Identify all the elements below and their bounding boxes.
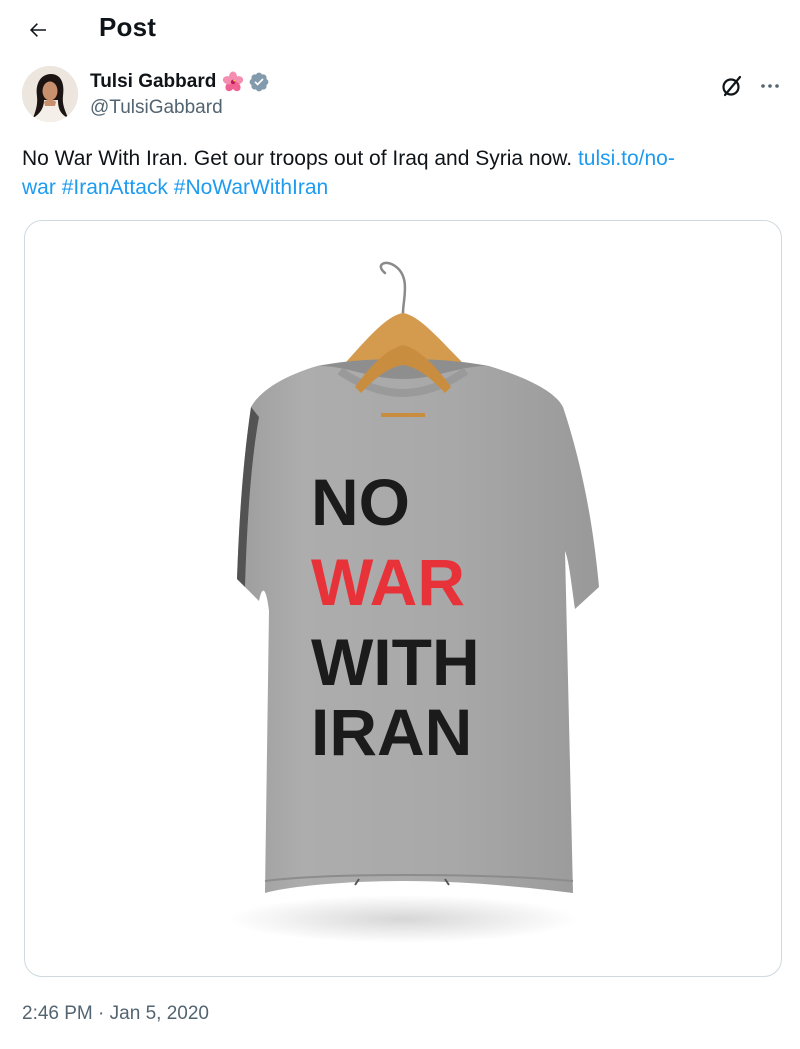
avatar[interactable] xyxy=(22,66,78,122)
author-row: Tulsi Gabbard @TulsiGabbard xyxy=(22,66,779,122)
shirt-text-war: WAR xyxy=(311,545,465,619)
post-timestamp: 2:46 PM · Jan 5, 2020 xyxy=(22,1003,209,1025)
more-options-button[interactable] xyxy=(756,72,784,100)
tweet-link-part-1[interactable]: tulsi.to/no- xyxy=(578,147,675,170)
tweet-text: No War With Iran. Get our troops out of … xyxy=(22,144,762,202)
display-name[interactable]: Tulsi Gabbard xyxy=(90,71,216,93)
arrow-left-icon xyxy=(30,23,46,37)
tweet-link-part-2[interactable]: war xyxy=(22,176,56,199)
media-image-card[interactable]: NO WAR WITH IRAN xyxy=(24,220,782,977)
timestamp-separator: · xyxy=(92,1003,110,1024)
back-button[interactable] xyxy=(22,14,54,46)
post-header: Post xyxy=(0,0,800,58)
name-line: Tulsi Gabbard xyxy=(90,70,270,94)
hibiscus-icon xyxy=(223,71,244,92)
author-handle[interactable]: @TulsiGabbard xyxy=(90,97,223,119)
shirt-text-iran: IRAN xyxy=(311,695,472,769)
shirt-text-with: WITH xyxy=(311,625,480,699)
hashtag-iranattack[interactable]: #IranAttack xyxy=(62,176,168,199)
grok-button[interactable] xyxy=(718,72,746,100)
grok-icon xyxy=(722,75,742,97)
avatar-image xyxy=(22,66,78,122)
shirt-text-no: NO xyxy=(311,465,410,539)
page-title: Post xyxy=(99,12,157,42)
post-time[interactable]: 2:46 PM xyxy=(22,1003,93,1024)
hashtag-nowarwithiran[interactable]: #NoWarWithIran xyxy=(174,176,328,199)
verified-badge-icon[interactable] xyxy=(248,71,270,93)
more-options-icon xyxy=(761,84,779,88)
tshirt-image: NO WAR WITH IRAN xyxy=(228,261,599,943)
post-date[interactable]: Jan 5, 2020 xyxy=(110,1003,209,1024)
tweet-body-text: No War With Iran. Get our troops out of … xyxy=(22,147,578,170)
